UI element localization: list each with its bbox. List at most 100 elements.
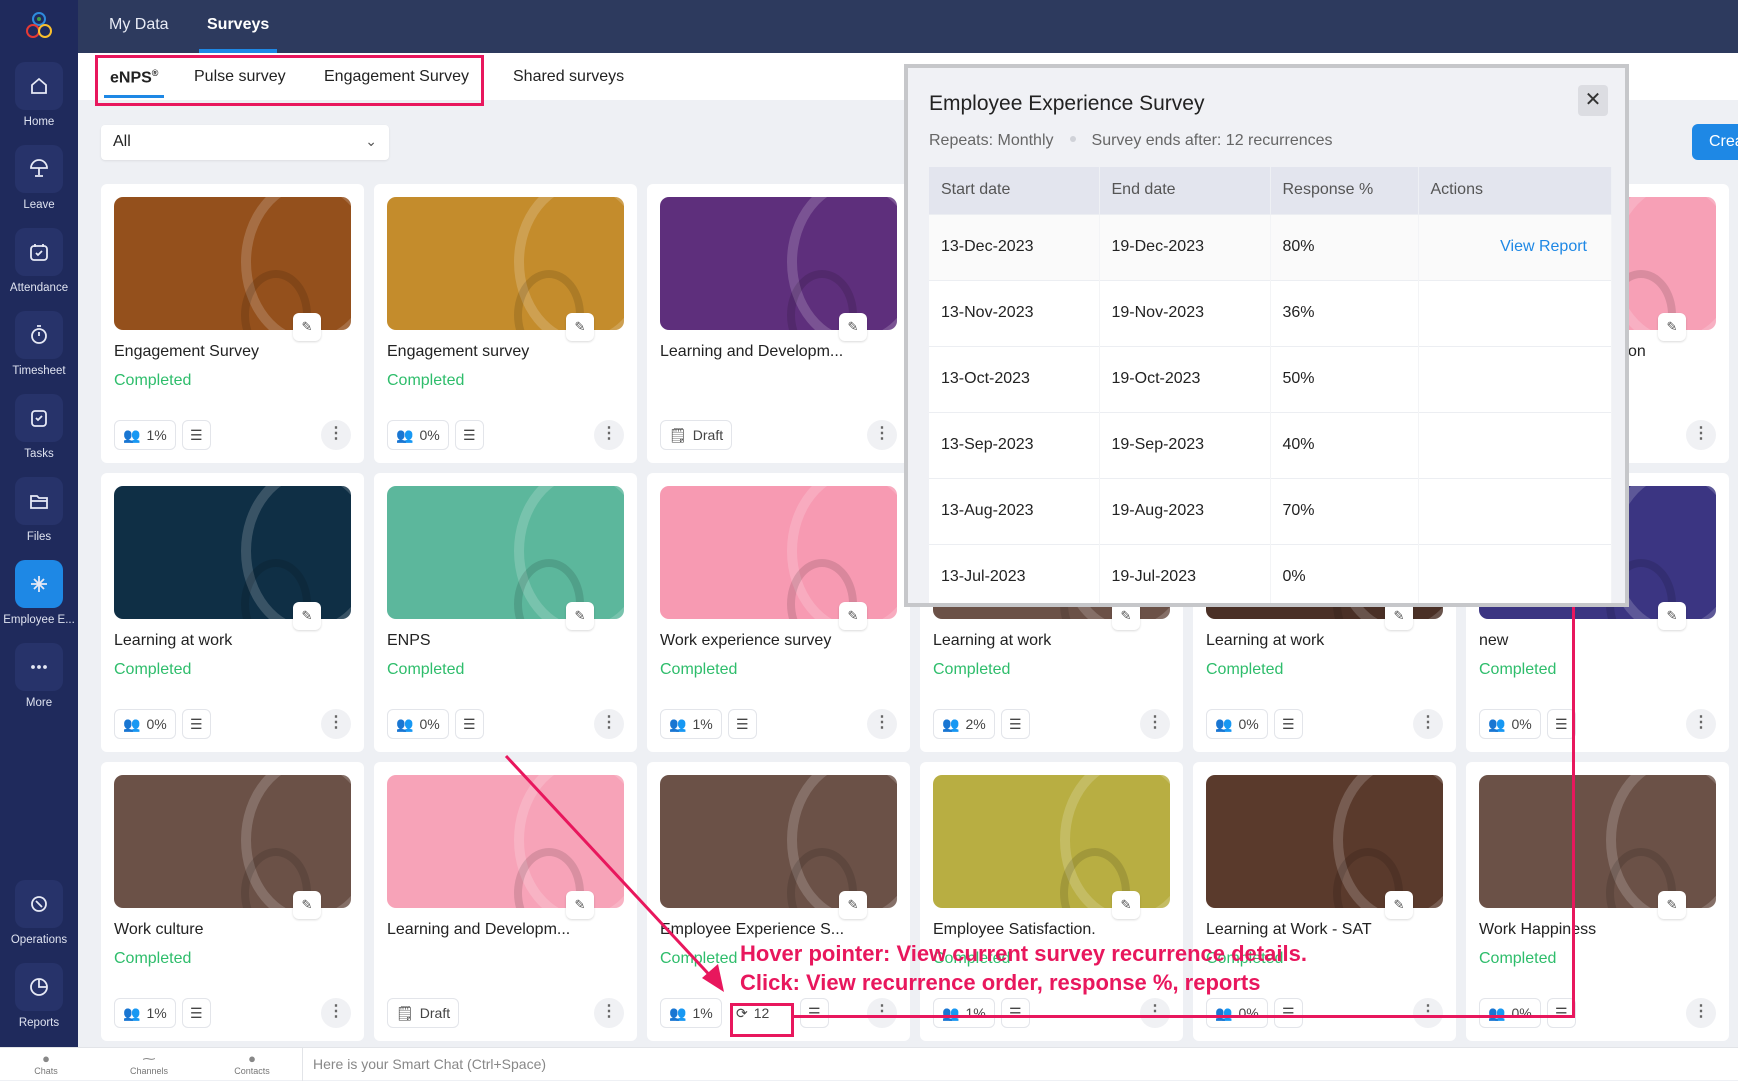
edit-icon[interactable]: ✎ [839, 602, 867, 630]
create-button[interactable]: Crea [1692, 124, 1738, 160]
survey-card[interactable]: ✎ Employee Satisfaction. Completed 👥 1% ☰ ⋮ [920, 762, 1183, 1041]
edit-icon[interactable]: ✎ [839, 891, 867, 919]
more-options-icon[interactable]: ⋮ [1686, 709, 1716, 739]
edit-icon[interactable]: ✎ [293, 602, 321, 630]
survey-title[interactable]: Learning at work [1206, 632, 1324, 650]
more-options-icon[interactable]: ⋮ [867, 709, 897, 739]
sidebar-item-more[interactable]: More [0, 643, 78, 709]
survey-title[interactable]: ENPS [387, 632, 431, 650]
more-options-icon[interactable]: ⋮ [321, 420, 351, 450]
sidebar-item-employee-e[interactable]: Employee E... [0, 560, 78, 626]
tab-my-data[interactable]: My Data [109, 16, 169, 34]
survey-title[interactable]: Learning at work [933, 632, 1051, 650]
more-options-icon[interactable]: ⋮ [594, 420, 624, 450]
list-icon[interactable]: ☰ [1274, 998, 1303, 1028]
sidebar-item-files[interactable]: Files [0, 477, 78, 543]
edit-icon[interactable]: ✎ [1658, 602, 1686, 630]
survey-card[interactable]: ✎ Learning and Developm... 🗒 Draft ⋮ [374, 762, 637, 1041]
list-icon[interactable]: ☰ [1001, 998, 1030, 1028]
edit-icon[interactable]: ✎ [293, 891, 321, 919]
more-options-icon[interactable]: ⋮ [594, 709, 624, 739]
sidebar-item-timesheet[interactable]: Timesheet [0, 311, 78, 377]
sidebar-item-leave[interactable]: Leave [0, 145, 78, 211]
survey-title[interactable]: Work experience survey [660, 632, 831, 650]
channels-button[interactable]: ⁓ Channels [119, 1052, 179, 1077]
list-icon[interactable]: ☰ [800, 998, 829, 1028]
survey-card[interactable]: ✎ Learning at work Completed 👥 0% ☰ ⋮ [101, 473, 364, 752]
survey-title[interactable]: Work Happiness [1479, 921, 1596, 939]
survey-card[interactable]: ✎ Engagement survey Completed 👥 0% ☰ ⋮ [374, 184, 637, 463]
contacts-button[interactable]: ● Contacts [222, 1052, 282, 1077]
edit-icon[interactable]: ✎ [293, 313, 321, 341]
tab-surveys[interactable]: Surveys [198, 16, 278, 53]
more-options-icon[interactable]: ⋮ [867, 998, 897, 1028]
edit-icon[interactable]: ✎ [1112, 891, 1140, 919]
list-icon[interactable]: ☰ [182, 420, 211, 450]
response-rate-chip[interactable]: 👥 1% [660, 709, 722, 739]
response-rate-chip[interactable]: 👥 0% [387, 709, 449, 739]
survey-title[interactable]: Learning and Developm... [660, 343, 843, 361]
more-options-icon[interactable]: ⋮ [1140, 709, 1170, 739]
tab-shared-surveys[interactable]: Shared surveys [513, 68, 624, 86]
response-rate-chip[interactable]: 👥 0% [1206, 709, 1268, 739]
smart-chat-input[interactable]: Here is your Smart Chat (Ctrl+Space) [302, 1048, 556, 1081]
survey-title[interactable]: Employee Experience S... [660, 921, 844, 939]
more-options-icon[interactable]: ⋮ [867, 420, 897, 450]
survey-card[interactable]: ✎ ENPS Completed 👥 0% ☰ ⋮ [374, 473, 637, 752]
edit-icon[interactable]: ✎ [566, 313, 594, 341]
edit-icon[interactable]: ✎ [566, 891, 594, 919]
list-icon[interactable]: ☰ [728, 709, 757, 739]
survey-title[interactable]: Engagement Survey [114, 343, 259, 361]
response-rate-chip[interactable]: 👥 0% [1206, 998, 1268, 1028]
list-icon[interactable]: ☰ [455, 709, 484, 739]
response-rate-chip[interactable]: 👥 0% [1479, 998, 1541, 1028]
survey-card[interactable]: ✎ Work culture Completed 👥 1% ☰ ⋮ [101, 762, 364, 1041]
survey-title[interactable]: on [1628, 343, 1646, 361]
list-icon[interactable]: ☰ [455, 420, 484, 450]
view-report-link[interactable]: View Report [1431, 238, 1612, 256]
sidebar-item-reports[interactable]: Reports [0, 963, 78, 1029]
survey-title[interactable]: Engagement survey [387, 343, 529, 361]
more-options-icon[interactable]: ⋮ [594, 998, 624, 1028]
more-options-icon[interactable]: ⋮ [1686, 998, 1716, 1028]
survey-title[interactable]: new [1479, 632, 1508, 650]
sidebar-item-tasks[interactable]: Tasks [0, 394, 78, 460]
survey-title[interactable]: Learning and Developm... [387, 921, 570, 939]
sidebar-item-operations[interactable]: Operations [0, 880, 78, 946]
response-rate-chip[interactable]: 👥 2% [933, 709, 995, 739]
more-options-icon[interactable]: ⋮ [1686, 420, 1716, 450]
response-rate-chip[interactable]: 👥 1% [114, 998, 176, 1028]
survey-title[interactable]: Learning at Work - SAT [1206, 921, 1372, 939]
response-rate-chip[interactable]: 👥 1% [933, 998, 995, 1028]
survey-card[interactable]: ✎ Learning and Developm... 🗒 Draft ⋮ [647, 184, 910, 463]
survey-card[interactable]: ✎ Learning at Work - SAT Completed 👥 0% ☰ ⋮ [1193, 762, 1456, 1041]
survey-title[interactable]: Employee Satisfaction. [933, 921, 1096, 939]
close-icon[interactable]: ✕ [1578, 85, 1608, 116]
survey-card[interactable]: ✎ Work experience survey Completed 👥 1% ☰ ⋮ [647, 473, 910, 752]
response-rate-chip[interactable]: 👥 1% [660, 998, 722, 1028]
list-icon[interactable]: ☰ [1001, 709, 1030, 739]
list-icon[interactable]: ☰ [182, 998, 211, 1028]
response-rate-chip[interactable]: 👥 0% [1479, 709, 1541, 739]
more-options-icon[interactable]: ⋮ [321, 998, 351, 1028]
chats-button[interactable]: ● Chats [16, 1052, 76, 1077]
list-icon[interactable]: ☰ [182, 709, 211, 739]
app-logo[interactable] [22, 10, 56, 44]
sidebar-item-attendance[interactable]: Attendance [0, 228, 78, 294]
list-icon[interactable]: ☰ [1274, 709, 1303, 739]
more-options-icon[interactable]: ⋮ [1413, 709, 1443, 739]
response-rate-chip[interactable]: 👥 0% [114, 709, 176, 739]
status-filter-dropdown[interactable]: All ⌄ [101, 125, 389, 160]
survey-title[interactable]: Work culture [114, 921, 204, 939]
edit-icon[interactable]: ✎ [839, 313, 867, 341]
edit-icon[interactable]: ✎ [1658, 313, 1686, 341]
response-rate-chip[interactable]: 👥 0% [387, 420, 449, 450]
more-options-icon[interactable]: ⋮ [1140, 998, 1170, 1028]
more-options-icon[interactable]: ⋮ [1413, 998, 1443, 1028]
survey-card[interactable]: ✎ Engagement Survey Completed 👥 1% ☰ ⋮ [101, 184, 364, 463]
edit-icon[interactable]: ✎ [1385, 891, 1413, 919]
response-rate-chip[interactable]: 👥 1% [114, 420, 176, 450]
sidebar-item-home[interactable]: Home [0, 62, 78, 128]
survey-title[interactable]: Learning at work [114, 632, 232, 650]
survey-card[interactable]: ✎ Employee Experience S... Completed 👥 1% ⟳ 12… [647, 762, 910, 1041]
